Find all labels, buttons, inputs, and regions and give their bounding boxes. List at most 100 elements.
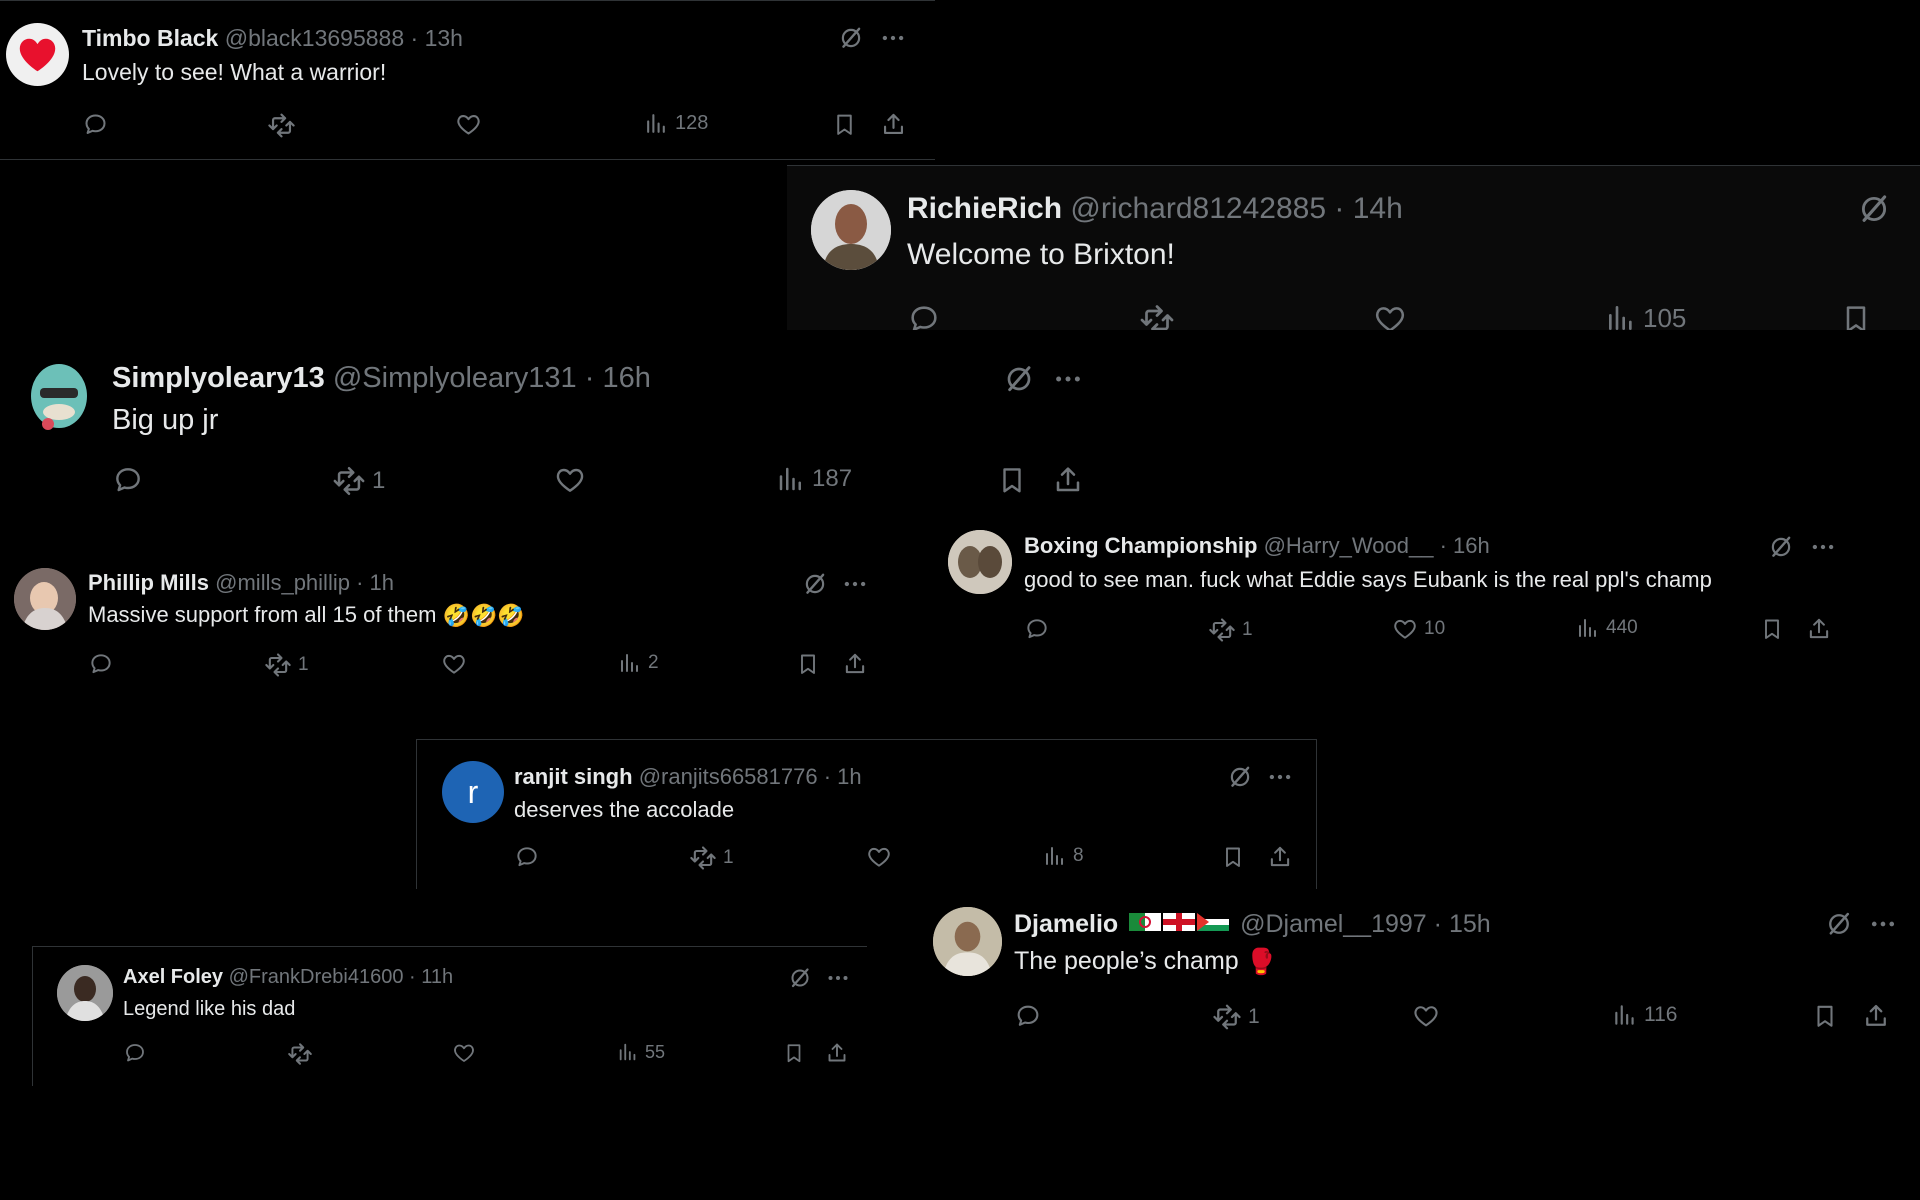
like-button[interactable]: 10	[1392, 616, 1445, 642]
tweet-phillip-mills[interactable]: Phillip Mills @mills_phillip · 1h Massiv…	[0, 555, 900, 695]
user-handle[interactable]: @ranjits66581776	[639, 764, 818, 789]
retweet-button[interactable]: 1	[689, 844, 734, 872]
views-button[interactable]: 55	[617, 1041, 665, 1063]
views-button[interactable]: 128	[644, 111, 708, 136]
reply-button[interactable]	[82, 111, 109, 138]
timestamp[interactable]: 11h	[421, 966, 453, 988]
timestamp[interactable]: 16h	[602, 362, 650, 394]
like-button[interactable]	[866, 844, 898, 870]
timestamp[interactable]: 16h	[1453, 533, 1490, 558]
more-icon[interactable]	[880, 25, 906, 51]
share-button[interactable]	[842, 651, 868, 677]
bookmark-button[interactable]	[1812, 1002, 1838, 1030]
avatar[interactable]: r	[442, 761, 504, 823]
more-icon[interactable]	[1810, 534, 1836, 560]
timestamp[interactable]: 15h	[1449, 910, 1491, 938]
user-handle[interactable]: @Simplyoleary131	[333, 362, 577, 394]
avatar[interactable]	[28, 362, 90, 434]
reply-button[interactable]	[123, 1041, 147, 1065]
tweet-simplyoleary13[interactable]: Simplyoleary13 @Simplyoleary131 · 16h Bi…	[0, 340, 1100, 515]
grok-icon[interactable]	[1825, 910, 1853, 938]
bookmark-button[interactable]	[1760, 616, 1784, 642]
grok-icon[interactable]	[788, 966, 812, 990]
avatar[interactable]	[57, 965, 113, 1021]
user-handle[interactable]: @mills_phillip	[215, 570, 350, 595]
bookmark-button[interactable]	[1221, 844, 1245, 870]
grok-icon[interactable]	[802, 571, 828, 597]
more-icon[interactable]	[1267, 764, 1293, 790]
views-button[interactable]: 116	[1612, 1002, 1677, 1028]
reply-button[interactable]	[112, 464, 144, 496]
views-button[interactable]: 2	[618, 651, 659, 675]
share-button[interactable]	[1806, 616, 1832, 642]
bookmark-button[interactable]	[1840, 302, 1872, 330]
more-icon[interactable]	[1053, 364, 1083, 394]
reply-button[interactable]	[907, 302, 941, 330]
display-name[interactable]: Djamelio	[1014, 910, 1118, 938]
retweet-button[interactable]	[1139, 302, 1181, 330]
tweet-richierich[interactable]: RichieRich @richard81242885 · 14h Welcom…	[787, 165, 1920, 330]
like-button[interactable]	[441, 651, 473, 677]
more-icon[interactable]	[1869, 910, 1897, 938]
bookmark-button[interactable]	[832, 111, 857, 138]
user-handle[interactable]: @black13695888	[225, 25, 404, 51]
display-name[interactable]: RichieRich	[907, 192, 1062, 225]
avatar[interactable]	[948, 530, 1012, 594]
views-button[interactable]: 8	[1043, 844, 1084, 868]
tweet-boxing-championship[interactable]: Boxing Championship @Harry_Wood__ · 16h …	[940, 520, 1860, 670]
like-button[interactable]	[452, 1041, 482, 1065]
reply-button[interactable]	[88, 651, 114, 677]
reply-button[interactable]	[1024, 616, 1050, 642]
reply-button[interactable]	[514, 844, 540, 870]
share-button[interactable]	[825, 1041, 849, 1065]
reply-button[interactable]	[1014, 1002, 1042, 1030]
views-button[interactable]: 187	[776, 464, 852, 494]
timestamp[interactable]: 14h	[1353, 192, 1403, 225]
share-button[interactable]	[1052, 464, 1084, 496]
timestamp[interactable]: 13h	[425, 25, 463, 51]
share-button[interactable]	[1267, 844, 1293, 870]
share-button[interactable]	[880, 111, 907, 138]
display-name[interactable]: Timbo Black	[82, 25, 218, 51]
grok-icon[interactable]	[1227, 764, 1253, 790]
bookmark-button[interactable]	[997, 464, 1027, 496]
tweet-axel-foley[interactable]: Axel Foley @FrankDrebi41600 · 11h Legend…	[32, 946, 867, 1086]
like-button[interactable]	[554, 464, 592, 496]
grok-icon[interactable]	[838, 25, 864, 51]
tweet-djamelio[interactable]: Djamelio @Djamel__1997 · 15h The people’…	[920, 890, 1920, 1040]
avatar[interactable]	[6, 23, 69, 86]
avatar[interactable]	[933, 907, 1002, 976]
views-button[interactable]: 105	[1605, 302, 1686, 330]
avatar[interactable]	[811, 190, 891, 270]
views-button[interactable]: 440	[1576, 616, 1638, 640]
display-name[interactable]: Phillip Mills	[88, 570, 209, 595]
user-handle[interactable]: @FrankDrebi41600	[229, 966, 404, 988]
retweet-button[interactable]	[287, 1041, 319, 1067]
more-icon[interactable]	[826, 966, 850, 990]
bookmark-button[interactable]	[783, 1041, 805, 1065]
more-icon[interactable]	[842, 571, 868, 597]
tweet-timbo-black[interactable]: Timbo Black @black13695888 · 13h Lovely …	[0, 0, 935, 160]
grok-icon[interactable]	[1857, 192, 1891, 226]
like-button[interactable]	[1373, 302, 1413, 330]
timestamp[interactable]: 1h	[837, 764, 861, 789]
share-button[interactable]	[1862, 1002, 1890, 1030]
bookmark-button[interactable]	[796, 651, 820, 677]
retweet-button[interactable]: 1	[264, 651, 309, 679]
display-name[interactable]: Boxing Championship	[1024, 533, 1257, 558]
user-handle[interactable]: @richard81242885	[1070, 192, 1326, 225]
retweet-button[interactable]: 1	[332, 464, 385, 498]
display-name[interactable]: ranjit singh	[514, 764, 633, 789]
tweet-ranjit-singh[interactable]: r ranjit singh @ranjits66581776 · 1h des…	[416, 739, 1317, 889]
user-handle[interactable]: @Djamel__1997	[1240, 910, 1427, 938]
timestamp[interactable]: 1h	[370, 570, 394, 595]
avatar[interactable]	[14, 568, 76, 630]
like-button[interactable]	[1412, 1002, 1446, 1030]
display-name[interactable]: Axel Foley	[123, 966, 223, 988]
retweet-button[interactable]: 1	[1212, 1002, 1260, 1032]
grok-icon[interactable]	[1003, 363, 1035, 395]
grok-icon[interactable]	[1768, 534, 1794, 560]
retweet-button[interactable]: 1	[1208, 616, 1253, 644]
retweet-button[interactable]	[267, 111, 302, 140]
display-name[interactable]: Simplyoleary13	[112, 362, 325, 394]
